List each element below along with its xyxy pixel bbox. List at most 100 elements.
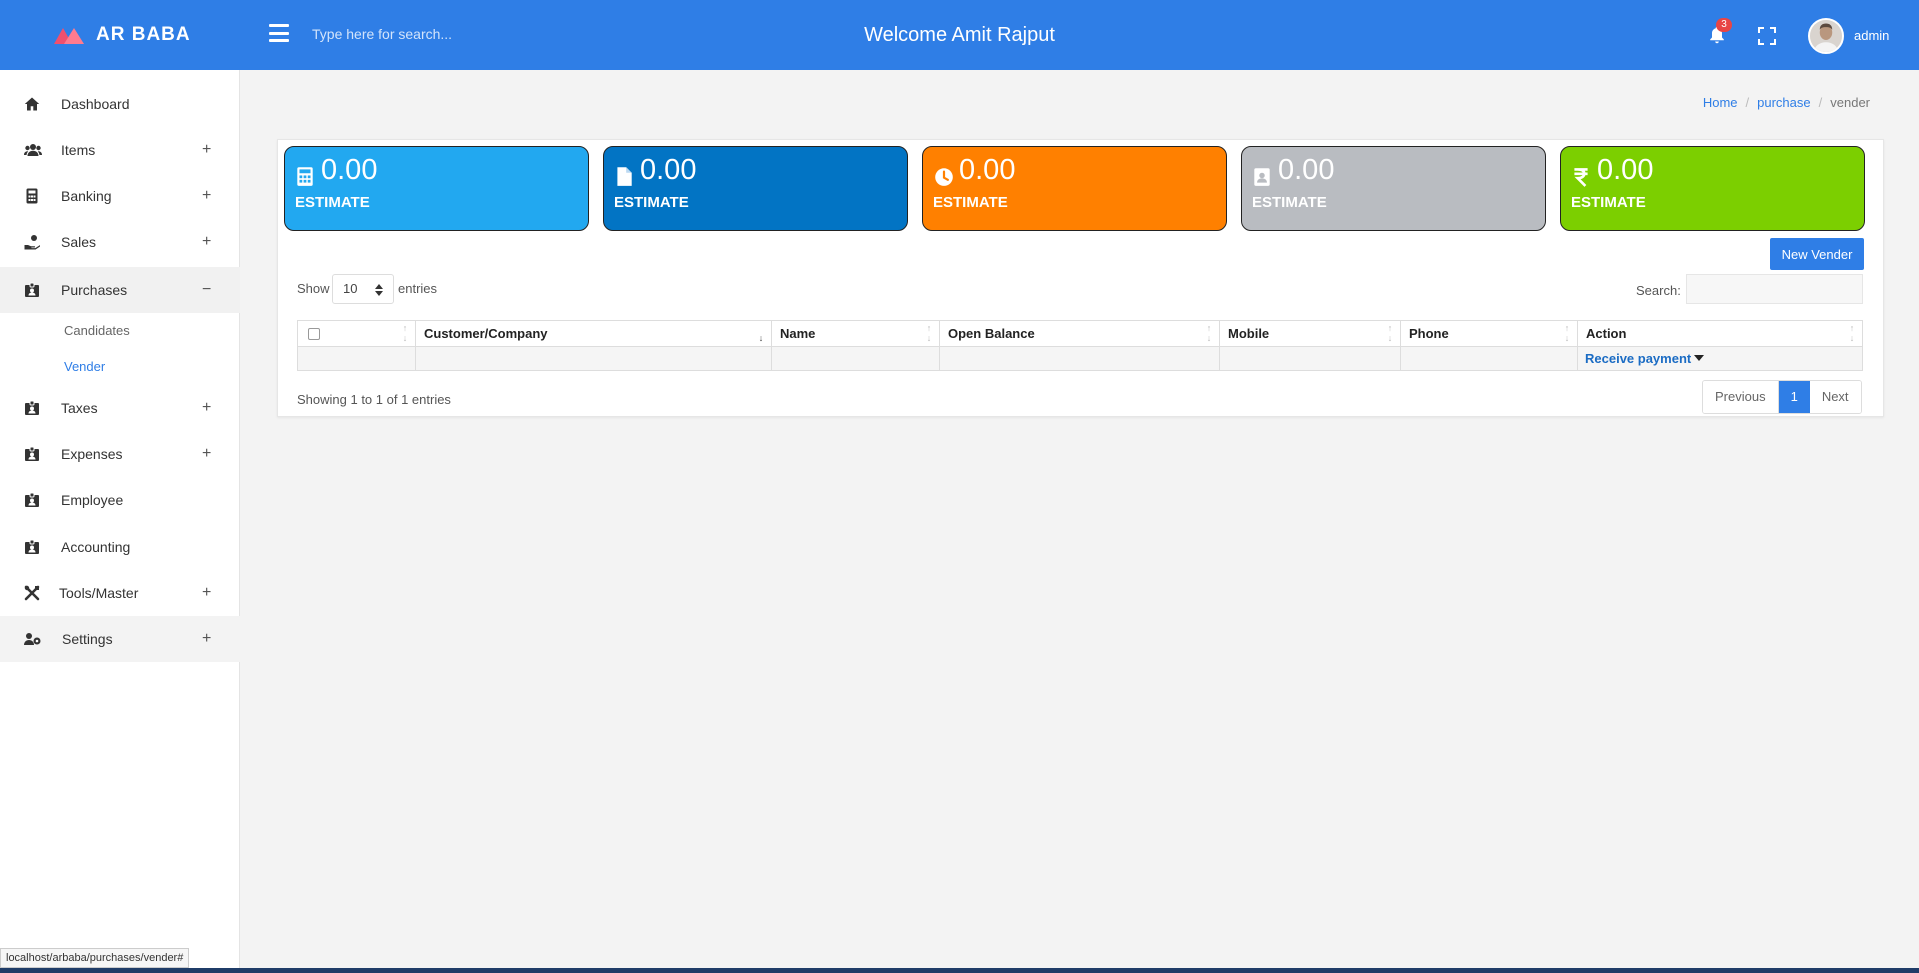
table-info: Showing 1 to 1 of 1 entries <box>297 392 451 407</box>
column-header-open-balance[interactable]: Open Balance ↑ ↓ <box>940 321 1220 346</box>
table-cell <box>298 347 416 371</box>
show-label: Show <box>297 281 330 296</box>
sidebar-item-label: Banking <box>61 188 112 204</box>
sidebar-item-label: Purchases <box>61 282 128 298</box>
sidebar-subitem-candidates[interactable]: Candidates <box>64 323 130 338</box>
expand-icon: + <box>202 584 212 601</box>
sidebar-item-label: Tools/Master <box>59 585 139 601</box>
global-search-input[interactable] <box>312 20 612 48</box>
column-header-select[interactable]: ↑ ↓ <box>298 321 416 346</box>
sidebar-item-taxes[interactable]: Taxes + <box>0 385 240 431</box>
sidebar-item-tools-master[interactable]: Tools/Master + <box>0 570 240 616</box>
pagination: Previous 1 Next <box>1702 380 1862 414</box>
column-header-phone[interactable]: Phone ↑ ↓ <box>1401 321 1578 346</box>
pagination-page-1[interactable]: 1 <box>1778 381 1810 413</box>
menu-toggle-icon[interactable] <box>269 24 289 42</box>
sort-icon: ↑ ↓ <box>1849 323 1855 343</box>
column-header-label: Mobile <box>1228 326 1270 341</box>
stat-card: 0.00 ESTIMATE <box>1560 146 1865 231</box>
tools-icon <box>24 585 40 601</box>
sidebar-item-employee[interactable]: Employee <box>0 477 240 523</box>
users-icon <box>24 144 42 156</box>
pagination-next[interactable]: Next <box>1809 381 1861 413</box>
stat-card: 0.00 ESTIMATE <box>284 146 589 231</box>
table-cell <box>416 347 772 371</box>
sidebar-item-accounting[interactable]: Accounting <box>0 524 240 570</box>
expand-icon: + <box>202 233 212 250</box>
sort-icon: ↑ ↓ <box>402 323 408 343</box>
expand-icon: + <box>202 187 212 204</box>
sidebar-item-items[interactable]: Items + <box>0 127 240 173</box>
column-header-label: Name <box>780 326 816 341</box>
sidebar-item-label: Taxes <box>61 400 98 416</box>
pagination-previous[interactable]: Previous <box>1703 381 1779 413</box>
id-badge-icon <box>25 446 39 461</box>
expand-icon: + <box>202 630 212 647</box>
stat-label: ESTIMATE <box>933 194 1008 211</box>
table-cell <box>1220 347 1401 371</box>
brand-name: AR BABA <box>96 24 191 45</box>
breadcrumb: Home / purchase / vender <box>1703 95 1870 110</box>
stat-card: 0.00 ESTIMATE <box>603 146 908 231</box>
breadcrumb-separator: / <box>1818 95 1823 110</box>
sidebar-item-label: Settings <box>62 631 113 647</box>
user-name-label[interactable]: admin <box>1854 28 1889 43</box>
brand-logo-icon <box>54 26 84 44</box>
sidebar-item-sales[interactable]: Sales + <box>0 219 240 265</box>
users-cog-icon <box>24 633 41 645</box>
sidebar: Dashboard Items + Banking + Sales + Purc… <box>0 70 240 973</box>
receive-payment-dropdown[interactable]: Receive payment <box>1585 351 1705 366</box>
table-cell <box>940 347 1220 371</box>
sidebar-item-expenses[interactable]: Expenses + <box>0 431 240 477</box>
stat-value: 0.00 <box>1597 154 1654 186</box>
hand-coin-icon <box>24 235 40 250</box>
table-cell <box>1401 347 1578 371</box>
sort-icon: ↑ ↓ <box>926 323 932 343</box>
id-badge-icon <box>25 492 39 507</box>
clock-icon <box>935 168 953 186</box>
sidebar-item-dashboard[interactable]: Dashboard <box>0 81 240 127</box>
top-navbar: AR BABA Welcome Amit Rajput 3 admin <box>0 0 1919 70</box>
column-header-customer-company[interactable]: Customer/Company ↓ <box>416 321 772 346</box>
sort-icon: ↑ ↓ <box>1387 323 1393 343</box>
sidebar-item-banking[interactable]: Banking + <box>0 173 240 219</box>
breadcrumb-purchase-link[interactable]: purchase <box>1757 95 1810 110</box>
stat-card: 0.00 ESTIMATE <box>1241 146 1546 231</box>
expand-icon: + <box>202 141 212 158</box>
entries-per-page-select[interactable]: 10 <box>332 274 394 304</box>
sidebar-item-label: Employee <box>61 492 124 508</box>
column-header-name[interactable]: Name ↑ ↓ <box>772 321 940 346</box>
stat-card: 0.00 ESTIMATE <box>922 146 1227 231</box>
brand[interactable]: AR BABA <box>54 0 191 70</box>
fullscreen-icon[interactable] <box>1758 27 1776 45</box>
sort-icon: ↑ ↓ <box>1206 323 1212 343</box>
sidebar-item-settings[interactable]: Settings + <box>0 616 240 662</box>
column-header-action[interactable]: Action ↑ ↓ <box>1578 321 1862 346</box>
sort-icon: ↑ ↓ <box>1564 323 1570 343</box>
table-row: Receive payment <box>298 346 1862 371</box>
column-header-mobile[interactable]: Mobile ↑ ↓ <box>1220 321 1401 346</box>
notification-count-badge: 3 <box>1716 18 1732 32</box>
rupee-icon <box>1574 168 1588 187</box>
calculator-icon <box>26 188 38 204</box>
id-badge-icon <box>25 282 39 297</box>
sidebar-subitem-vender[interactable]: Vender <box>64 359 105 374</box>
os-taskbar <box>0 968 1919 973</box>
stat-label: ESTIMATE <box>1252 194 1327 211</box>
user-avatar[interactable] <box>1808 18 1844 54</box>
vendor-table: ↑ ↓ Customer/Company ↓ Name ↑ ↓ Open Balan… <box>297 320 1863 371</box>
stat-label: ESTIMATE <box>295 194 370 211</box>
breadcrumb-current: vender <box>1830 95 1870 110</box>
breadcrumb-home-link[interactable]: Home <box>1703 95 1738 110</box>
stat-label: ESTIMATE <box>1571 194 1646 211</box>
sidebar-item-label: Items <box>61 142 96 158</box>
id-badge-icon <box>25 539 39 554</box>
home-icon <box>24 97 40 111</box>
select-all-checkbox[interactable] <box>308 328 320 340</box>
expand-icon: + <box>202 445 212 462</box>
table-search-input[interactable] <box>1686 274 1863 304</box>
sidebar-item-purchases[interactable]: Purchases − <box>0 267 240 313</box>
new-vender-button[interactable]: New Vender <box>1770 238 1864 270</box>
entries-label: entries <box>398 281 438 296</box>
contact-card-icon <box>1254 168 1270 186</box>
